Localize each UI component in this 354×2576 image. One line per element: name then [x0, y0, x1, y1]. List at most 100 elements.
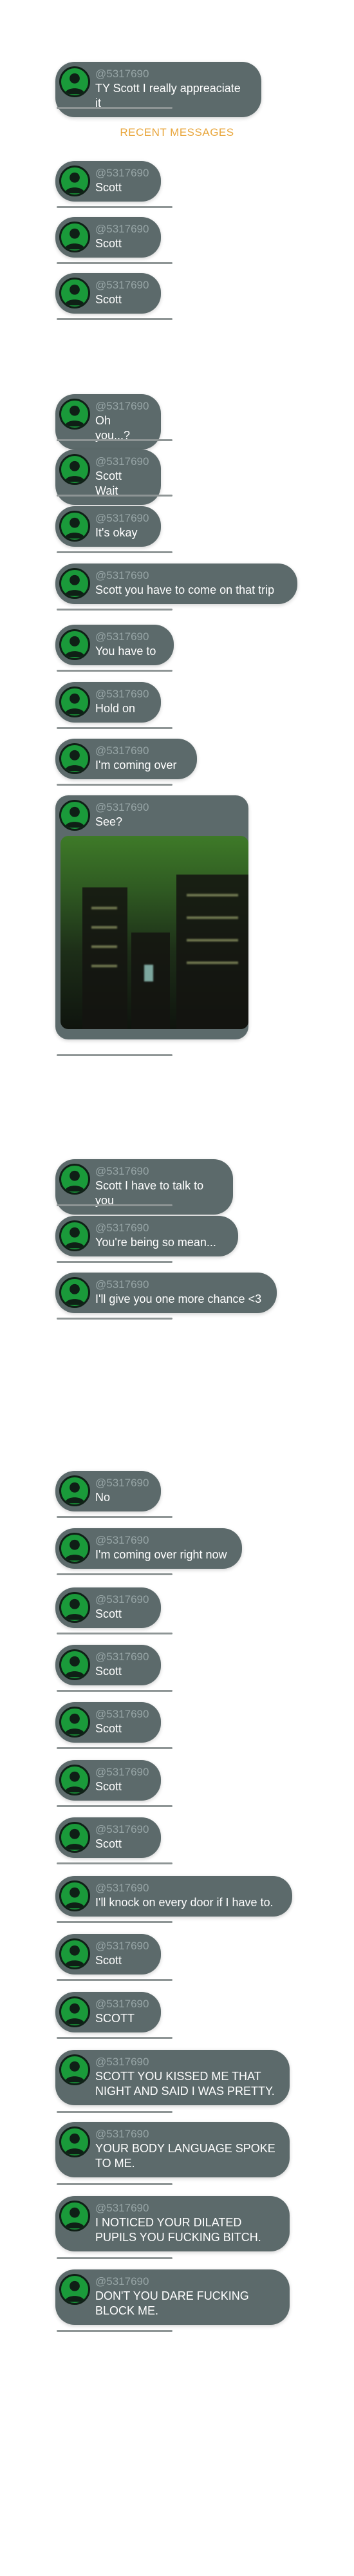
message-username: @5317690 — [95, 68, 149, 80]
message-bubble[interactable]: @5317690 Scott — [55, 1760, 161, 1801]
message-bubble[interactable]: @5317690 Scott — [55, 1702, 161, 1743]
message-text: You're being so mean... — [95, 1236, 216, 1249]
message-bubble[interactable]: @5317690 No — [55, 1471, 161, 1511]
message-username: @5317690 — [95, 630, 149, 643]
message-bubble[interactable]: @5317690 Scott — [55, 1817, 161, 1858]
message-bubble[interactable]: @5317690 Scott — [55, 1934, 161, 1975]
message-text: I'm coming over right now — [95, 1548, 227, 1561]
message-bubble[interactable]: @5317690 See? — [55, 795, 248, 1039]
message-text: I'm coming over — [95, 759, 177, 772]
avatar-icon — [59, 1164, 90, 1195]
message-divider — [57, 1747, 172, 1749]
message-text: Scott — [95, 1665, 122, 1678]
avatar-icon — [59, 1475, 90, 1506]
message-text: Scott — [95, 237, 122, 250]
message-bubble[interactable]: @5317690 You have to — [55, 625, 174, 665]
message-text: Scott — [95, 293, 122, 306]
attached-photo[interactable] — [61, 836, 248, 1029]
message-divider — [57, 262, 172, 264]
message-username: @5317690 — [95, 223, 149, 235]
avatar-icon — [59, 1822, 90, 1853]
avatar-icon — [59, 743, 90, 774]
message-username: @5317690 — [95, 400, 149, 412]
avatar-icon — [59, 1220, 90, 1251]
message-bubble[interactable]: @5317690 Scott you have to come on that … — [55, 564, 297, 604]
message-bubble[interactable]: @5317690 I'll knock on every door if I h… — [55, 1876, 292, 1917]
message-username: @5317690 — [95, 2275, 149, 2287]
message-bubble[interactable]: @5317690 It's okay — [55, 506, 161, 547]
message-bubble[interactable]: @5317690 Scott Wait — [55, 450, 161, 505]
avatar-icon — [59, 1765, 90, 1795]
message-divider — [57, 1261, 172, 1263]
message-bubble[interactable]: @5317690 Scott — [55, 217, 161, 258]
avatar-icon — [59, 629, 90, 660]
message-text: I NOTICED YOUR DILATED PUPILS YOU FUCKIN… — [95, 2216, 261, 2244]
avatar-icon — [59, 800, 90, 831]
message-username: @5317690 — [95, 1651, 149, 1663]
message-text: No — [95, 1491, 111, 1504]
message-divider — [57, 1862, 172, 1864]
message-bubble[interactable]: @5317690 I'll give you one more chance <… — [55, 1273, 277, 1313]
message-bubble[interactable]: @5317690 Scott — [55, 273, 161, 314]
message-username: @5317690 — [95, 1998, 149, 2010]
message-bubble[interactable]: @5317690 Scott I have to talk to you — [55, 1159, 233, 1215]
avatar-icon — [59, 2054, 90, 2085]
message-username: @5317690 — [95, 1708, 149, 1720]
message-username: @5317690 — [95, 1165, 149, 1177]
message-text: Scott — [95, 181, 122, 194]
message-divider — [57, 670, 172, 672]
message-divider — [57, 609, 172, 611]
message-username: @5317690 — [95, 1766, 149, 1778]
message-username: @5317690 — [95, 2056, 149, 2068]
message-divider — [57, 2037, 172, 2039]
message-bubble[interactable]: @5317690 SCOTT — [55, 1992, 161, 2032]
avatar-icon — [59, 66, 90, 97]
message-text: Scott you have to come on that trip — [95, 583, 275, 596]
avatar-icon — [59, 1277, 90, 1308]
message-divider — [57, 2111, 172, 2113]
avatar-icon — [59, 1707, 90, 1738]
message-bubble[interactable]: @5317690 I NOTICED YOUR DILATED PUPILS Y… — [55, 2196, 290, 2251]
message-bubble[interactable]: @5317690 I'm coming over right now — [55, 1528, 242, 1569]
message-bubble[interactable]: @5317690 Hold on — [55, 682, 161, 723]
avatar-icon — [59, 399, 90, 430]
message-username: @5317690 — [95, 512, 149, 524]
message-text: Scott — [95, 1722, 122, 1735]
message-username: @5317690 — [95, 1940, 149, 1952]
message-bubble[interactable]: @5317690 TY Scott I really appreaciate i… — [55, 62, 261, 117]
message-text: Scott — [95, 1607, 122, 1620]
message-bubble[interactable]: @5317690 You're being so mean... — [55, 1216, 238, 1256]
section-label: RECENT MESSAGES — [120, 126, 234, 138]
message-divider — [57, 1921, 172, 1923]
message-username: @5317690 — [95, 1593, 149, 1605]
message-bubble[interactable]: @5317690 Scott — [55, 1645, 161, 1685]
message-divider — [57, 1690, 172, 1692]
message-bubble[interactable]: @5317690 YOUR BODY LANGUAGE SPOKE TO ME. — [55, 2122, 290, 2177]
message-bubble[interactable]: @5317690 Scott — [55, 1587, 161, 1628]
message-divider — [57, 318, 172, 320]
message-bubble[interactable]: @5317690 I'm coming over — [55, 739, 197, 779]
message-divider — [57, 1805, 172, 1807]
message-text: Scott — [95, 1954, 122, 1967]
message-text: SCOTT — [95, 2012, 135, 2025]
message-text: YOUR BODY LANGUAGE SPOKE TO ME. — [95, 2142, 275, 2170]
avatar-icon — [59, 1533, 90, 1564]
message-bubble[interactable]: @5317690 DON'T YOU DARE FUCKING BLOCK ME… — [55, 2269, 290, 2325]
avatar-icon — [59, 2201, 90, 2231]
message-username: @5317690 — [95, 1823, 149, 1835]
message-username: @5317690 — [95, 1477, 149, 1489]
message-username: @5317690 — [95, 801, 149, 813]
message-divider — [57, 784, 172, 786]
message-text: Hold on — [95, 702, 136, 715]
message-username: @5317690 — [95, 1222, 149, 1234]
avatar-icon — [59, 2126, 90, 2157]
message-bubble[interactable]: @5317690 Oh you...? — [55, 394, 161, 450]
avatar-icon — [59, 222, 90, 252]
message-bubble[interactable]: @5317690 SCOTT YOU KISSED ME THAT NIGHT … — [55, 2050, 290, 2105]
message-bubble[interactable]: @5317690 Scott — [55, 161, 161, 202]
message-username: @5317690 — [95, 1278, 149, 1291]
avatar-icon — [59, 1938, 90, 1969]
message-username: @5317690 — [95, 569, 149, 582]
message-divider — [57, 206, 172, 208]
message-divider — [57, 1318, 172, 1320]
